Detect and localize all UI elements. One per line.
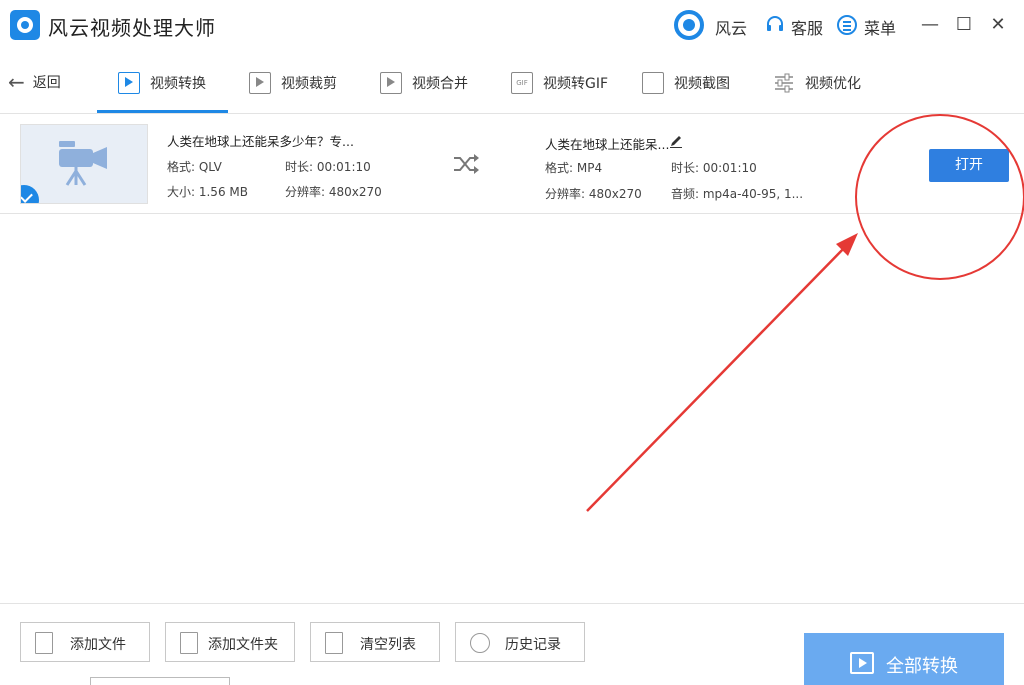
convert-all-button[interactable]: 全部转换 [804, 633, 1004, 685]
play-icon [850, 652, 874, 674]
history-button[interactable]: 历史记录 [455, 622, 585, 662]
file-list-item[interactable]: 人类在地球上还能呆多少年？专... 格式: QLV 时长: 00:01:10 大… [0, 114, 1024, 214]
add-file-button[interactable]: 添加文件 [20, 622, 150, 662]
tab-video-convert[interactable]: 视频转换 [118, 52, 206, 114]
video-thumbnail [20, 124, 148, 204]
gif-icon: GIF [511, 72, 533, 94]
output-duration: 时长: 00:01:10 [671, 161, 757, 175]
annotation-arrow-head [836, 233, 858, 256]
app-logo-icon [10, 10, 40, 40]
tab-video-screenshot[interactable]: 视频截图 [642, 52, 730, 114]
selected-check-icon[interactable] [21, 185, 39, 203]
open-button[interactable]: 打开 [929, 149, 1009, 182]
output-audio: 音频: mp4a-40-95, 1... [671, 187, 804, 201]
headset-icon[interactable] [765, 15, 785, 35]
nav-bar: ← 返回 视频转换 视频裁剪 视频合并 GIF 视频转GIF 视频截图 视频优化 [0, 52, 1024, 114]
app-title: 风云视频处理大师 [48, 16, 216, 40]
clear-list-button[interactable]: 清空列表 [310, 622, 440, 662]
add-file-label: 添加文件 [70, 637, 126, 653]
sliders-icon [775, 73, 793, 93]
active-tab-indicator [97, 110, 228, 113]
video-convert-icon [118, 72, 140, 94]
tab-label: 视频转换 [150, 76, 206, 92]
video-merge-icon [380, 72, 402, 94]
source-file-name: 人类在地球上还能呆多少年？专... [167, 134, 354, 149]
output-resolution: 分辨率: 480x270 [545, 187, 642, 201]
back-button[interactable]: ← 返回 [8, 70, 61, 94]
maximize-button[interactable]: ☐ [952, 13, 976, 37]
tab-video-crop[interactable]: 视频裁剪 [249, 52, 337, 114]
tab-label: 视频优化 [805, 76, 861, 92]
title-bar: 风云视频处理大师 风云 客服 菜单 — ☐ ✕ [0, 0, 1024, 52]
clear-list-label: 清空列表 [360, 637, 416, 653]
output-file-name: 人类在地球上还能呆... [545, 137, 670, 152]
history-label: 历史记录 [505, 637, 561, 653]
close-button[interactable]: ✕ [986, 13, 1010, 37]
tab-label: 视频裁剪 [281, 76, 337, 92]
tab-label: 视频截图 [674, 76, 730, 92]
source-duration: 时长: 00:01:10 [285, 160, 371, 174]
source-resolution: 分辨率: 480x270 [285, 185, 382, 199]
annotation-arrow-line [586, 243, 849, 512]
tab-label: 视频合并 [412, 76, 468, 92]
source-format: 格式: QLV [167, 160, 222, 174]
video-crop-icon [249, 72, 271, 94]
tab-video-merge[interactable]: 视频合并 [380, 52, 468, 114]
add-folder-button[interactable]: 添加文件夹 [165, 622, 295, 662]
output-format-select[interactable] [90, 677, 230, 685]
back-arrow-icon: ← [8, 70, 25, 94]
source-size: 大小: 1.56 MB [167, 185, 248, 199]
tab-video-optimize[interactable]: 视频优化 [773, 52, 861, 114]
video-camera-icon [59, 141, 107, 186]
output-format[interactable]: 格式: MP4 [545, 159, 602, 176]
add-folder-label: 添加文件夹 [208, 637, 278, 653]
tab-video-gif[interactable]: GIF 视频转GIF [511, 52, 608, 114]
shuffle-icon [454, 154, 479, 174]
back-label: 返回 [32, 75, 61, 91]
user-name[interactable]: 风云 [715, 15, 747, 39]
tab-label: 视频转GIF [543, 76, 609, 92]
menu-icon[interactable] [837, 15, 857, 35]
bottom-toolbar: 添加文件 添加文件夹 清空列表 历史记录 全部转换 [0, 603, 1024, 685]
minimize-button[interactable]: — [918, 13, 942, 37]
support-label[interactable]: 客服 [791, 15, 823, 39]
convert-all-label: 全部转换 [886, 656, 958, 677]
menu-label[interactable]: 菜单 [864, 15, 896, 39]
user-avatar-icon[interactable] [674, 10, 704, 40]
screenshot-icon [642, 72, 664, 94]
edit-pencil-icon[interactable] [669, 134, 683, 148]
